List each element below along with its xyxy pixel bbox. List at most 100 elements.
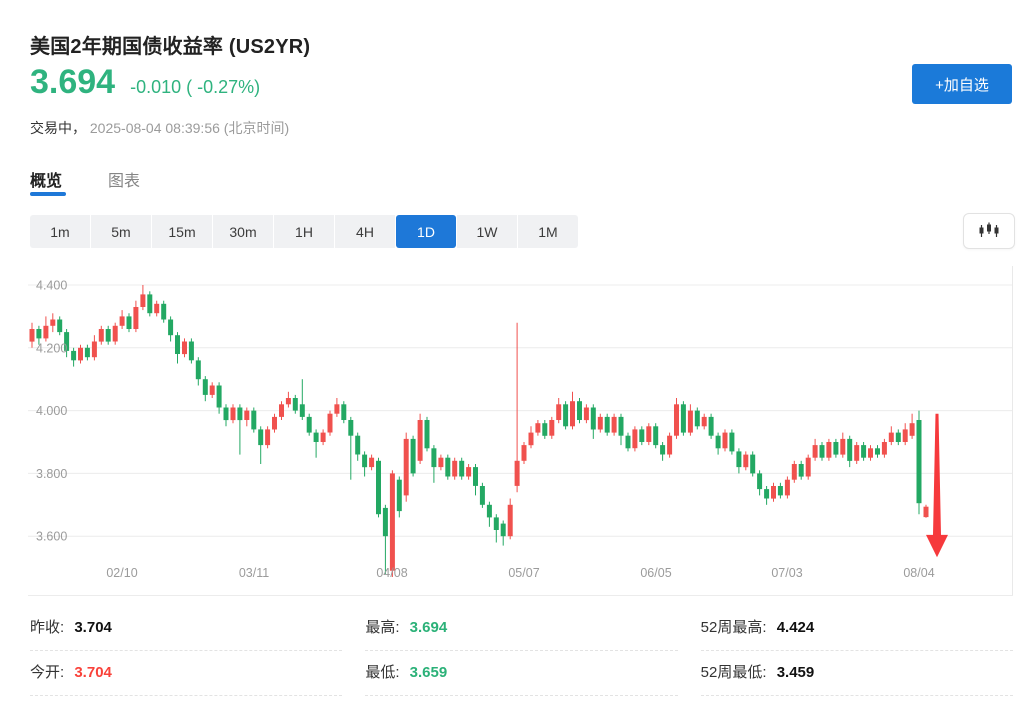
interval-1m-month[interactable]: 1M	[518, 215, 578, 248]
candle	[584, 404, 589, 423]
interval-1d[interactable]: 1D	[396, 215, 456, 248]
interval-1h[interactable]: 1H	[274, 215, 334, 248]
candle	[355, 433, 360, 461]
trading-status: 交易中，	[30, 120, 86, 136]
candle	[813, 439, 818, 461]
x-axis-label: 05/07	[508, 566, 539, 580]
candle	[674, 398, 679, 439]
interval-5m[interactable]: 5m	[91, 215, 151, 248]
add-watchlist-button[interactable]: +加自选	[912, 64, 1012, 104]
candle	[847, 436, 852, 467]
candle	[778, 483, 783, 499]
candle	[321, 429, 326, 445]
candle	[646, 423, 651, 445]
candle	[494, 514, 499, 542]
candle	[667, 433, 672, 458]
candle	[328, 411, 333, 436]
candle	[369, 455, 374, 471]
candle	[501, 521, 506, 546]
candle	[314, 429, 319, 457]
candle	[445, 455, 450, 480]
stat-low: 最低: 3.659	[365, 651, 677, 696]
candle	[348, 417, 353, 480]
candle	[133, 301, 138, 332]
candlestick-chart[interactable]: 02/1003/1104/0805/0706/0507/0308/044.400…	[28, 266, 1013, 596]
interval-1w[interactable]: 1W	[457, 215, 517, 248]
price-change: -0.010 ( -0.27%)	[130, 77, 260, 98]
candle	[549, 417, 554, 439]
candle	[106, 326, 111, 345]
price-row: 3.694 -0.010 ( -0.27%)	[30, 63, 260, 102]
candle	[113, 323, 118, 345]
candle	[466, 464, 471, 480]
down-arrow-annotation	[926, 414, 948, 558]
candle	[792, 461, 797, 483]
interval-selector: 1m 5m 15m 30m 1H 4H 1D 1W 1M	[30, 215, 578, 248]
trading-status-row: 交易中， 2025-08-04 08:39:56 (北京时间)	[30, 118, 289, 138]
quote-timestamp: 2025-08-04 08:39:56 (北京时间)	[90, 120, 289, 136]
candle	[688, 404, 693, 435]
stat-52w-low: 52周最低: 3.459	[701, 651, 1013, 696]
chart-type-button[interactable]	[963, 213, 1015, 249]
candle	[307, 414, 312, 436]
chart-area[interactable]: 02/1003/1104/0805/0706/0507/0308/044.400…	[28, 266, 1013, 596]
interval-30m[interactable]: 30m	[213, 215, 273, 248]
candle	[50, 313, 55, 332]
candle	[120, 310, 125, 329]
candle	[418, 414, 423, 464]
candle	[875, 445, 880, 458]
stat-open: 今开: 3.704	[30, 651, 342, 696]
candle	[127, 313, 132, 332]
candle	[771, 483, 776, 502]
candle	[709, 414, 714, 439]
candle	[85, 345, 90, 361]
candle	[71, 348, 76, 367]
candle	[404, 433, 409, 502]
stats-grid: 昨收: 3.704 最高: 3.694 52周最高: 4.424 今开: 3.7…	[30, 606, 1013, 696]
candle	[473, 464, 478, 495]
candle	[237, 404, 242, 454]
candle	[411, 436, 416, 477]
candle	[265, 426, 270, 448]
candle	[736, 448, 741, 473]
interval-15m[interactable]: 15m	[152, 215, 212, 248]
y-axis-label: 3.600	[36, 530, 67, 544]
candle	[376, 458, 381, 518]
y-axis-label: 4.000	[36, 404, 67, 418]
candle	[889, 426, 894, 445]
interval-4h[interactable]: 4H	[335, 215, 395, 248]
candle	[258, 426, 263, 464]
candle	[279, 401, 284, 420]
y-axis-label: 3.800	[36, 467, 67, 481]
candle	[390, 470, 395, 577]
candle	[799, 461, 804, 480]
candle	[563, 401, 568, 429]
candle	[695, 408, 700, 430]
candle	[903, 423, 908, 445]
candle	[300, 379, 305, 420]
candle	[57, 316, 62, 335]
candle	[147, 291, 152, 316]
candle	[189, 338, 194, 363]
candle	[99, 326, 104, 345]
candle	[231, 404, 236, 423]
candle	[729, 429, 734, 454]
candle	[632, 426, 637, 451]
page-title: 美国2年期国债收益率 (US2YR)	[30, 30, 310, 59]
candle	[820, 442, 825, 461]
candle	[785, 477, 790, 499]
interval-1m[interactable]: 1m	[30, 215, 90, 248]
candle	[522, 442, 527, 464]
candle	[43, 316, 48, 341]
tab-chart[interactable]: 图表	[108, 167, 140, 201]
candle	[861, 442, 866, 461]
active-tab-underline	[30, 192, 66, 196]
candle	[910, 414, 915, 439]
candle	[251, 408, 256, 433]
candle	[334, 398, 339, 417]
candle	[383, 505, 388, 574]
x-axis-label: 02/10	[106, 566, 137, 580]
candle	[639, 426, 644, 445]
x-axis-label: 03/11	[239, 566, 269, 580]
x-axis-label: 08/04	[903, 566, 934, 580]
